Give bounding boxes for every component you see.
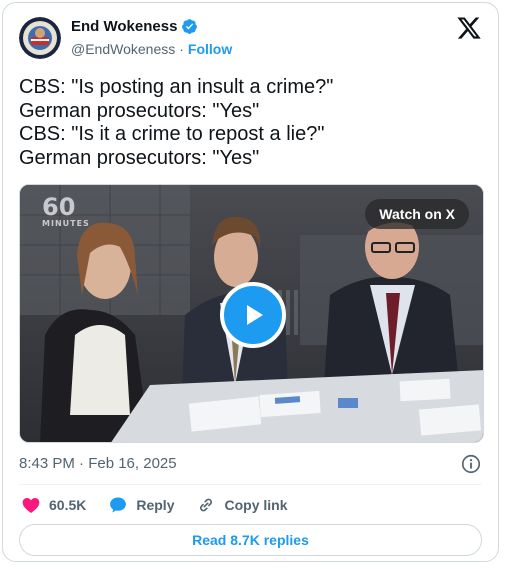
follow-button[interactable]: Follow [188, 41, 232, 57]
tweet-line: German prosecutors: "Yes" [19, 146, 260, 169]
verified-badge-icon [181, 18, 198, 35]
handle-row: @EndWokeness · Follow [71, 41, 232, 57]
tweet-line: CBS: "Is it a crime to repost a lie?" [19, 123, 325, 145]
reply-bubble-icon [108, 495, 128, 515]
divider [19, 484, 482, 485]
play-button[interactable] [220, 282, 286, 348]
separator-dot: · [179, 41, 184, 57]
reply-label: Reply [136, 497, 175, 513]
play-icon [247, 305, 263, 325]
copy-link-label: Copy link [224, 497, 288, 513]
display-name[interactable]: End Wokeness [71, 18, 177, 35]
avatar[interactable] [19, 17, 61, 59]
author-name-row: End Wokeness [71, 18, 198, 35]
logo-word: MINUTES [42, 219, 90, 228]
tweet-line: German prosecutors: "Yes" [19, 99, 260, 122]
tweet-line: CBS: "Is posting an insult a crime?" [19, 76, 334, 98]
like-count: 60.5K [49, 497, 87, 513]
heart-icon [21, 495, 41, 515]
read-replies-button[interactable]: Read 8.7K replies [19, 524, 482, 556]
logo-number: 60 [42, 193, 76, 221]
action-bar: 60.5K Reply Copy link [21, 494, 310, 516]
link-icon [196, 495, 216, 515]
video-player[interactable]: 60 MINUTES Watch on X [19, 184, 484, 443]
watch-on-x-button[interactable]: Watch on X [365, 199, 469, 229]
tweet-text: CBS: "Is posting an insult a crime?" Ger… [19, 76, 333, 170]
tweet-timestamp[interactable]: 8:43 PM · Feb 16, 2025 [19, 455, 177, 472]
author-handle[interactable]: @EndWokeness [71, 41, 175, 57]
60-minutes-logo: 60 MINUTES [42, 195, 90, 228]
embedded-tweet-card: End Wokeness @EndWokeness · Follow CBS: … [2, 2, 499, 562]
x-logo-icon[interactable] [456, 15, 482, 41]
info-icon[interactable] [460, 453, 482, 475]
like-button[interactable]: 60.5K [21, 495, 86, 515]
copy-link-button[interactable]: Copy link [196, 495, 288, 515]
reply-button[interactable]: Reply [108, 495, 174, 515]
